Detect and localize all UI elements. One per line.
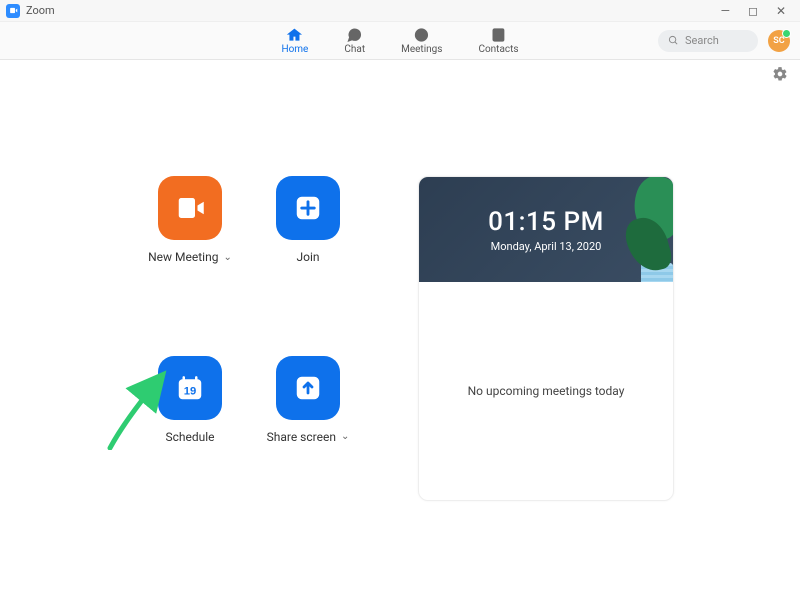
clock-time: 01:15 PM (488, 207, 604, 237)
search-input[interactable]: Search (658, 30, 758, 52)
info-header: 01:15 PM Monday, April 13, 2020 (419, 177, 673, 282)
chat-icon (346, 27, 364, 43)
join-tile: Join (258, 176, 358, 322)
video-icon (175, 193, 205, 223)
gear-icon (772, 66, 788, 82)
share-screen-button[interactable] (276, 356, 340, 420)
zoom-app-icon (6, 4, 20, 18)
join-button[interactable] (276, 176, 340, 240)
window-title: Zoom (26, 4, 55, 17)
search-placeholder: Search (685, 34, 719, 47)
settings-button[interactable] (772, 66, 788, 86)
plant-decoration (613, 177, 673, 282)
avatar-initials: SC (773, 36, 784, 46)
plus-icon (293, 193, 323, 223)
meetings-empty-state: No upcoming meetings today (419, 282, 673, 500)
new-meeting-label: New Meeting (148, 250, 218, 264)
contacts-icon (490, 27, 508, 43)
main-content: New Meeting ⌄ Join 19 Schedu (0, 86, 800, 501)
nav-home-label: Home (281, 44, 308, 55)
schedule-tile: 19 Schedule (140, 356, 240, 502)
new-meeting-button[interactable] (158, 176, 222, 240)
nav-meetings-label: Meetings (401, 44, 442, 55)
nav-chat[interactable]: Chat (344, 27, 365, 55)
info-panel: 01:15 PM Monday, April 13, 2020 No upcom… (418, 176, 674, 501)
nav-contacts-label: Contacts (478, 44, 518, 55)
actions-grid: New Meeting ⌄ Join 19 Schedu (140, 176, 358, 501)
no-meetings-text: No upcoming meetings today (468, 384, 625, 398)
search-icon (668, 35, 679, 46)
close-button[interactable]: ✕ (776, 4, 786, 18)
share-screen-label: Share screen (267, 430, 336, 444)
clock-date: Monday, April 13, 2020 (491, 240, 602, 253)
meetings-icon (413, 27, 431, 43)
nav-chat-label: Chat (344, 44, 365, 55)
nav-home[interactable]: Home (281, 27, 308, 55)
maximize-button[interactable]: ◻ (748, 4, 758, 18)
join-label: Join (296, 250, 319, 264)
home-icon (286, 27, 304, 43)
chevron-down-icon[interactable]: ⌄ (341, 431, 349, 442)
new-meeting-tile: New Meeting ⌄ (140, 176, 240, 322)
top-nav: Home Chat Meetings Contacts Search SC (0, 22, 800, 60)
chevron-down-icon[interactable]: ⌄ (223, 252, 231, 263)
minimize-button[interactable]: — (721, 4, 730, 18)
nav-contacts[interactable]: Contacts (478, 27, 518, 55)
share-screen-tile: Share screen ⌄ (258, 356, 358, 502)
share-up-icon (293, 373, 323, 403)
calendar-icon: 19 (175, 373, 205, 403)
schedule-button[interactable]: 19 (158, 356, 222, 420)
nav-meetings[interactable]: Meetings (401, 27, 442, 55)
avatar[interactable]: SC (768, 30, 790, 52)
window-titlebar: Zoom — ◻ ✕ (0, 0, 800, 22)
schedule-label: Schedule (165, 430, 214, 444)
svg-text:19: 19 (184, 385, 197, 397)
